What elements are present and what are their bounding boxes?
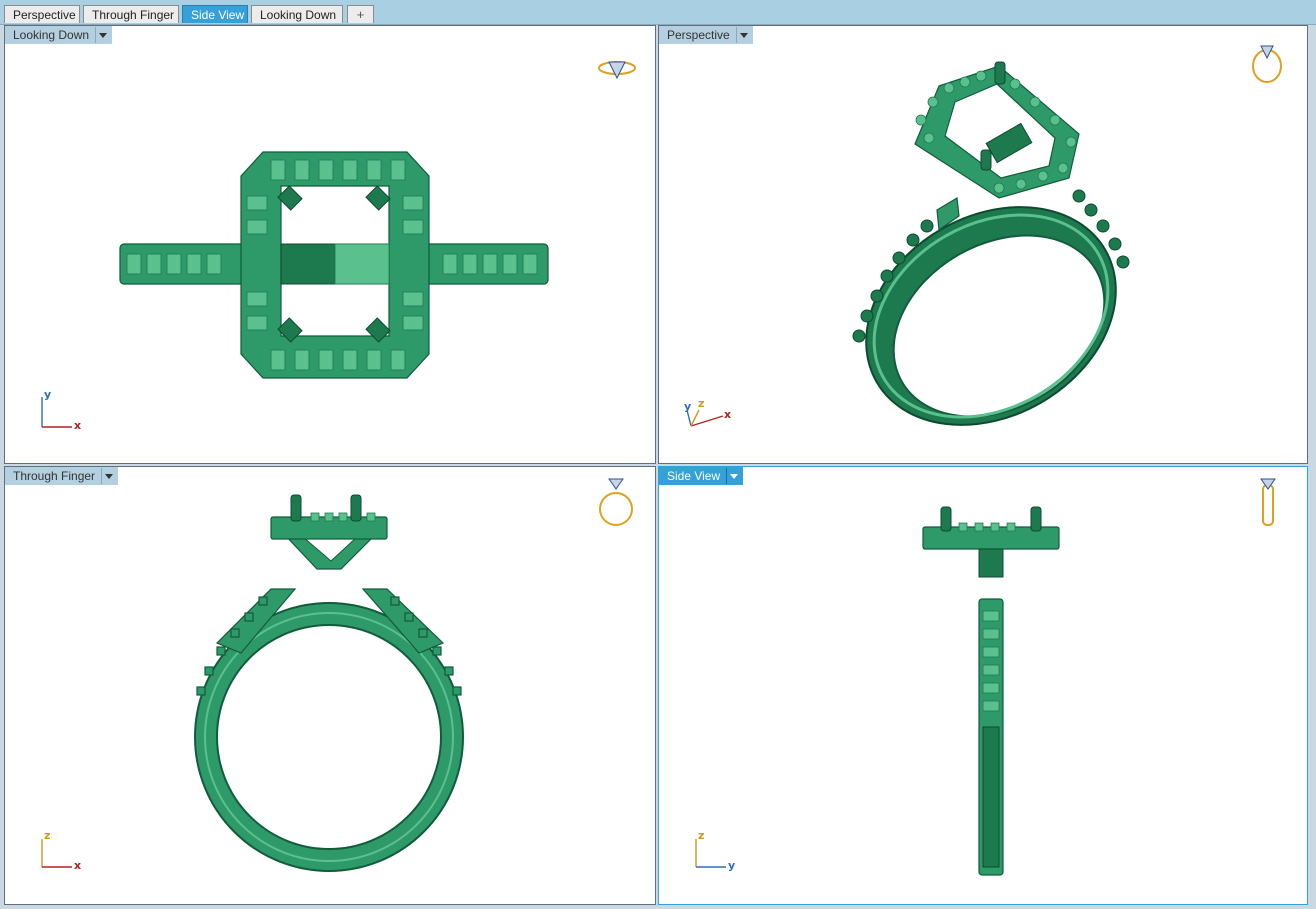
ring-perspective-model — [686, 45, 1282, 427]
view-tab-bar: Perspective Through Finger Side View Loo… — [0, 0, 1316, 25]
ring-front-model — [41, 478, 633, 872]
ring-side-model — [695, 478, 1276, 876]
viewport-title-perspective[interactable]: Perspective — [659, 26, 753, 44]
viewport-menu-dropdown-icon[interactable] — [95, 27, 108, 43]
viewport-looking-down[interactable]: Looking Down y x — [4, 25, 656, 464]
axis-label-x: x — [74, 859, 82, 872]
viewport-title-through-finger[interactable]: Through Finger — [5, 467, 119, 485]
viewport-perspective[interactable]: Perspective y z x — [658, 25, 1308, 464]
tab-through-finger[interactable]: Through Finger — [83, 5, 179, 23]
ring-side-icon — [1260, 478, 1276, 526]
axis-label-x: x — [724, 408, 732, 421]
viewport-title-text: Perspective — [667, 28, 730, 42]
axis-label-y: y — [728, 859, 736, 872]
ring-top-view-icon — [598, 61, 636, 80]
tab-perspective[interactable]: Perspective — [4, 5, 80, 23]
axis-label-z: z — [698, 829, 705, 842]
axis-label-z: z — [44, 829, 51, 842]
axis-label-y: y — [44, 388, 52, 401]
viewport-title-looking-down[interactable]: Looking Down — [5, 26, 113, 44]
viewport-title-text: Side View — [667, 469, 721, 483]
viewport-title-side-view[interactable]: Side View — [659, 467, 744, 485]
axis-label-z: z — [698, 397, 705, 410]
viewport-title-text: Looking Down — [13, 28, 90, 42]
viewport-title-text: Through Finger — [13, 469, 96, 483]
axis-label-y: y — [684, 400, 692, 413]
viewport-menu-dropdown-icon[interactable] — [726, 468, 739, 484]
add-tab-button[interactable]: + — [347, 5, 374, 23]
axis-label-x: x — [74, 419, 82, 432]
viewport-menu-dropdown-icon[interactable] — [735, 27, 749, 43]
viewport-menu-dropdown-icon[interactable] — [101, 468, 114, 484]
ring-top-model — [41, 61, 636, 428]
tab-looking-down[interactable]: Looking Down — [251, 5, 343, 23]
viewport-through-finger[interactable]: Through Finger z x — [4, 466, 656, 905]
ring-perspective-icon — [1252, 45, 1282, 83]
ring-front-icon — [599, 478, 633, 526]
viewport-side-view[interactable]: Side View z y — [658, 466, 1308, 905]
tab-side-view[interactable]: Side View — [182, 5, 248, 23]
